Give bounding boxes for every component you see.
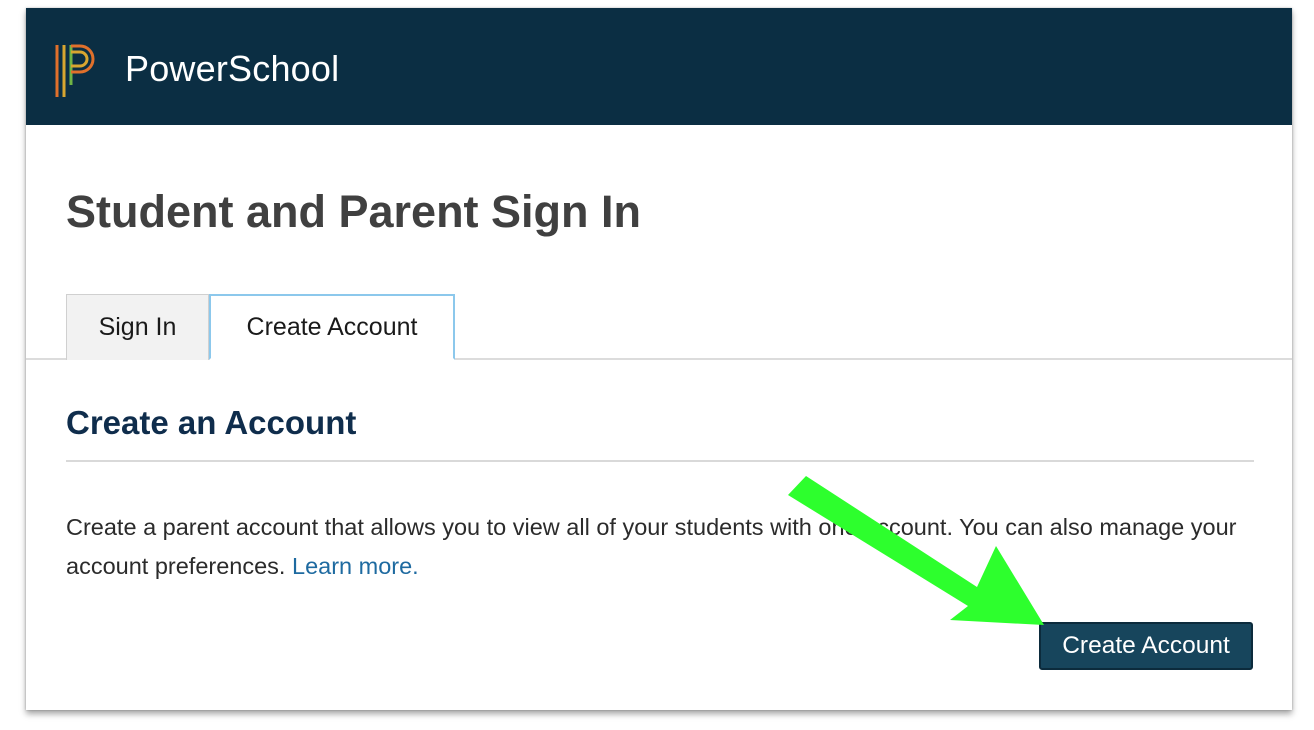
header-bar: PowerSchool <box>26 8 1292 125</box>
tab-sign-in[interactable]: Sign In <box>66 294 209 360</box>
tab-create-account[interactable]: Create Account <box>209 294 455 360</box>
brand-name: PowerSchool <box>125 48 340 89</box>
description-text: Create a parent account that allows you … <box>66 514 1237 579</box>
section-title: Create an Account <box>66 404 357 441</box>
create-account-button[interactable]: Create Account <box>1039 622 1253 670</box>
learn-more-link[interactable]: Learn more. <box>292 553 419 579</box>
section-description: Create a parent account that allows you … <box>66 508 1256 586</box>
powerschool-logo-icon <box>55 44 95 97</box>
section-divider <box>66 460 1254 462</box>
page-title: Student and Parent Sign In <box>66 186 642 237</box>
sign-in-card: PowerSchool Student and Parent Sign In S… <box>26 8 1292 710</box>
